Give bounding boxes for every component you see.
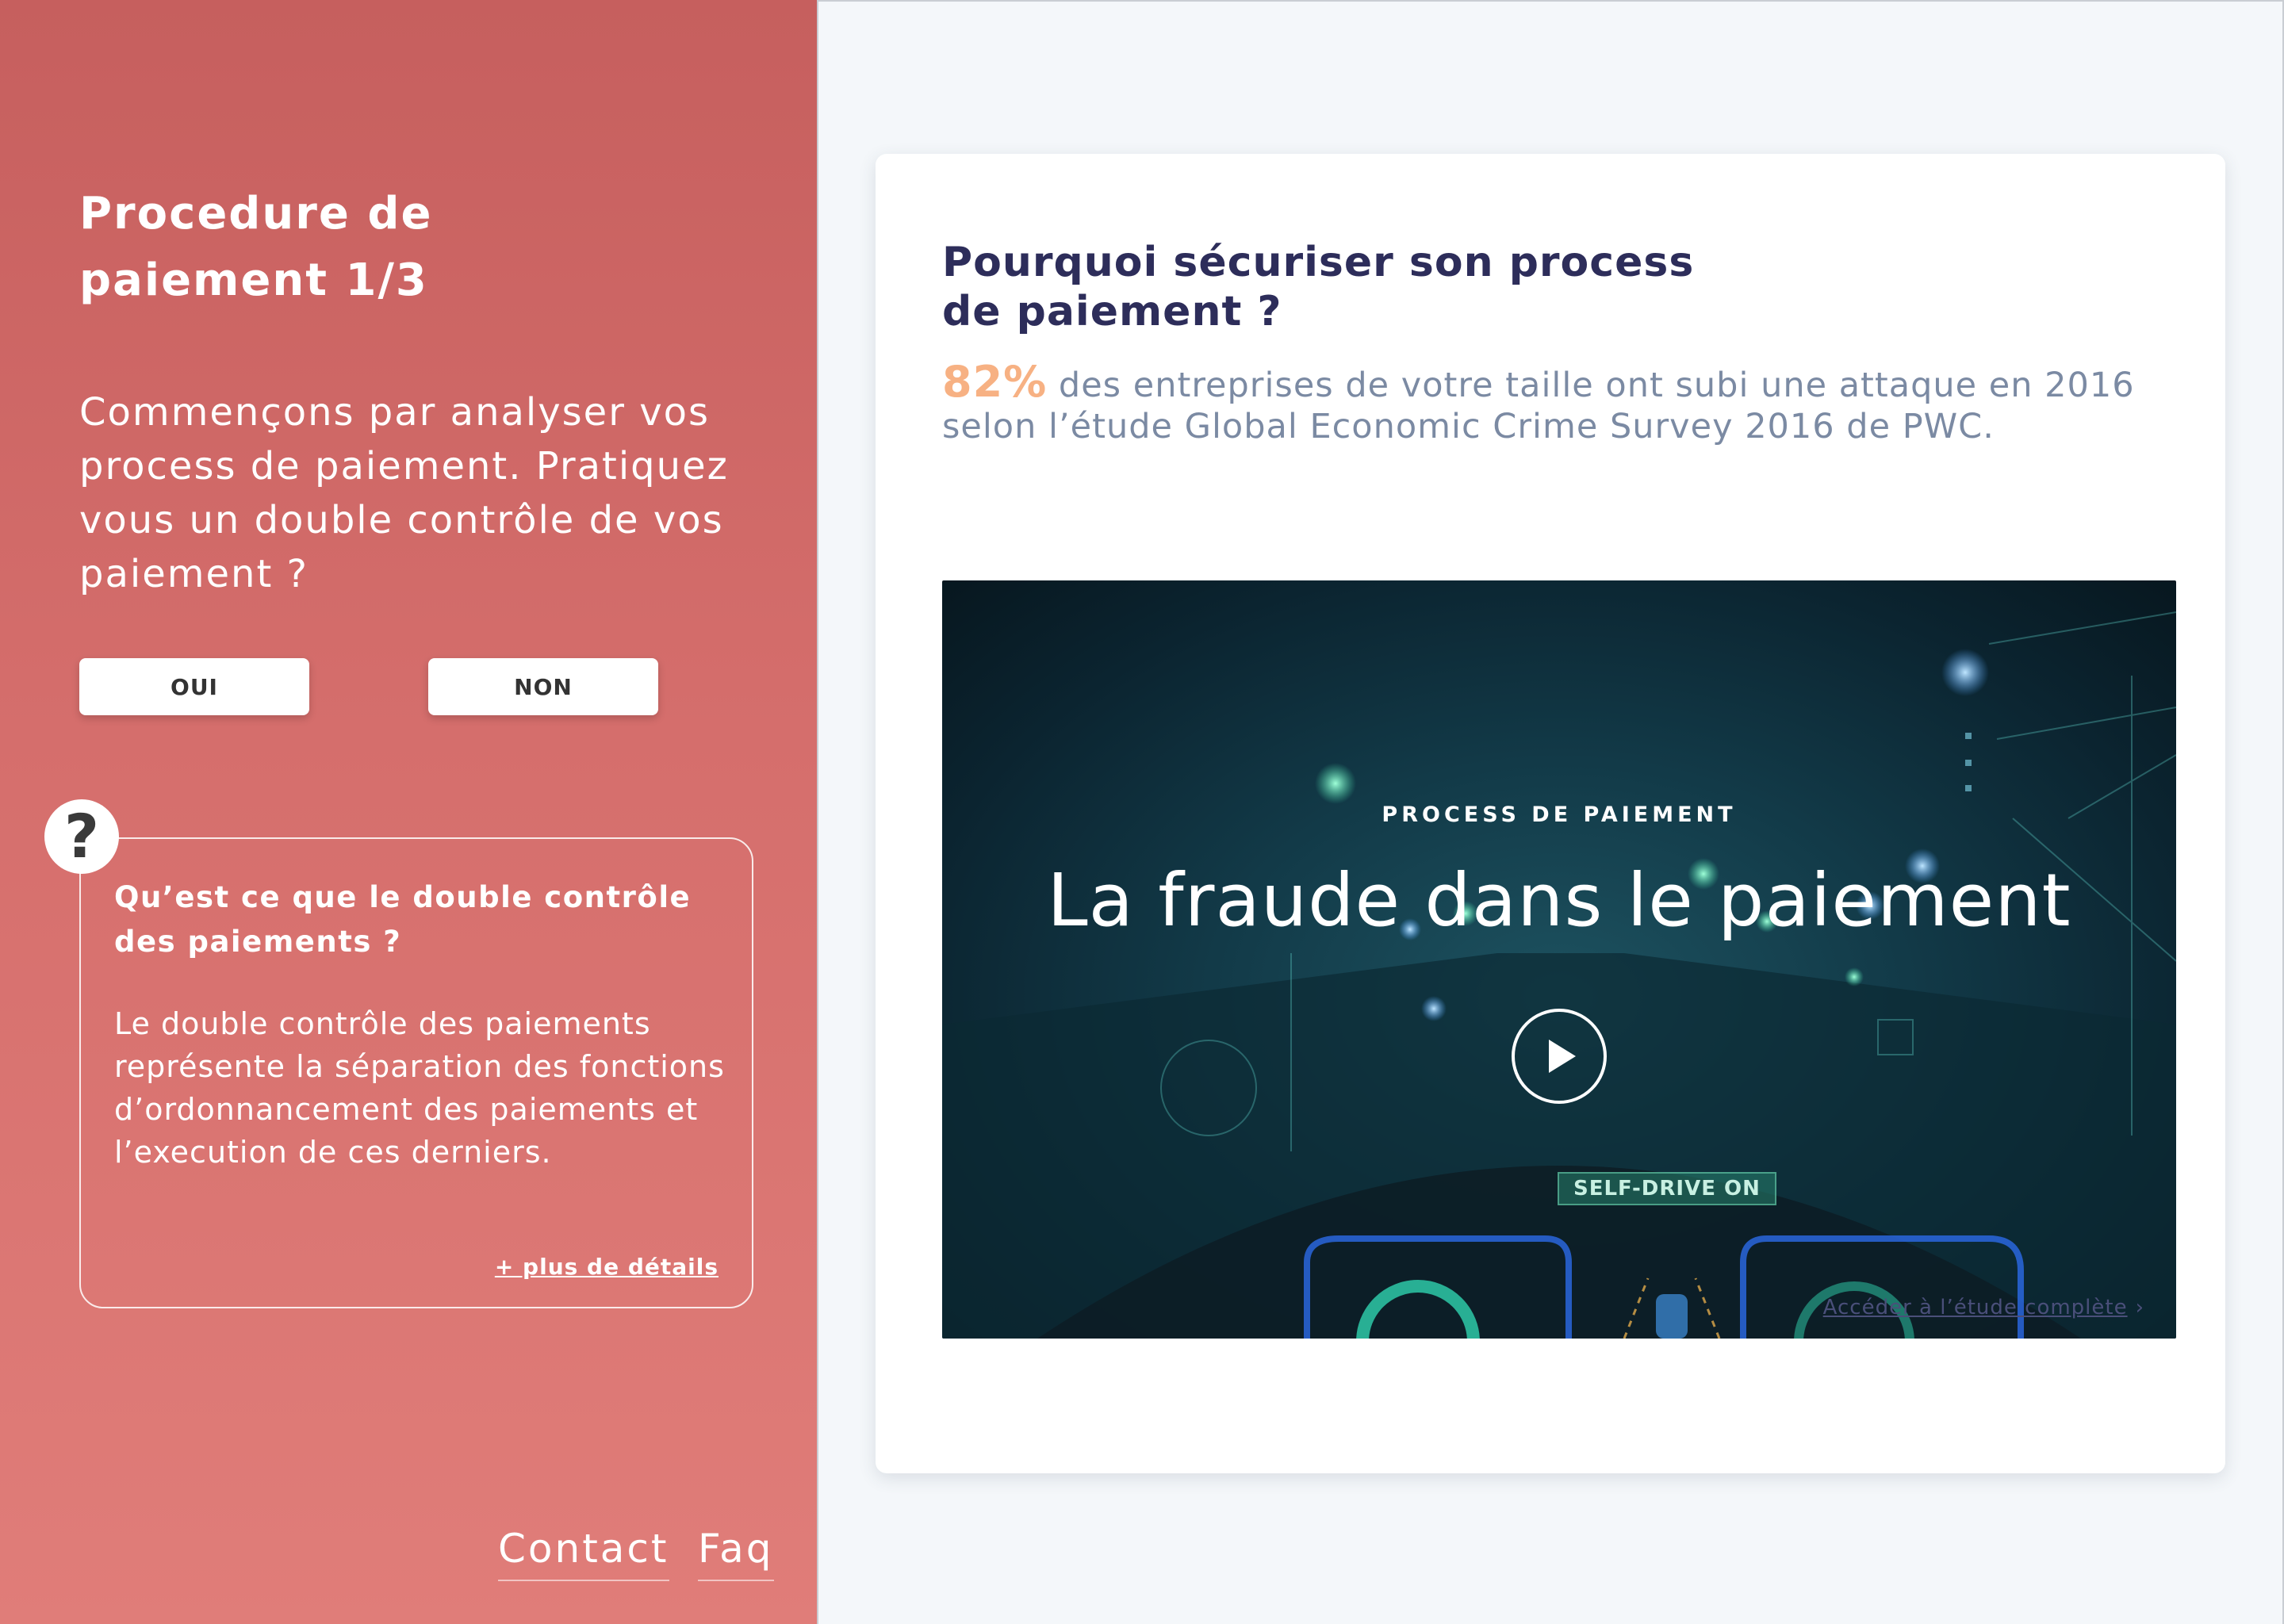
content-card: Pourquoi sécuriser son process de paieme… <box>876 154 2225 1473</box>
video-kicker: PROCESS DE PAIEMENT <box>1382 802 1737 827</box>
stat-paragraph: 82% des entreprises de votre taille ont … <box>942 361 2179 447</box>
card-heading: Pourquoi sécuriser son process de paieme… <box>942 239 1695 335</box>
self-drive-badge: SELF-DRIVE ON <box>1558 1172 1776 1205</box>
info-title: Qu’est ce que le double contrôle des pai… <box>114 880 692 959</box>
video-player[interactable]: PROCESS DE PAIEMENT La fraude dans le pa… <box>942 580 2176 1339</box>
stat-text: des entreprises de votre taille ont subi… <box>942 366 2135 446</box>
question-mark-icon: ? <box>44 799 119 874</box>
video-thumbnail <box>942 611 2176 1339</box>
contact-link[interactable]: Contact <box>498 1526 669 1581</box>
stat-value: 82% <box>942 357 1048 407</box>
info-body: Le double contrôle des paiements représe… <box>114 1006 725 1170</box>
study-link[interactable]: Accéder à l’étude complète › <box>1823 1296 2144 1320</box>
no-button[interactable]: NON <box>428 658 658 715</box>
info-card: Qu’est ce que le double contrôle des pai… <box>79 837 753 1308</box>
study-link-label: Accéder à l’étude complète <box>1822 1296 2128 1320</box>
more-details-link[interactable]: + plus de détails <box>495 1254 719 1280</box>
faq-link[interactable]: Faq <box>698 1526 774 1581</box>
yes-button[interactable]: OUI <box>79 658 309 715</box>
right-panel: Pourquoi sécuriser son process de paieme… <box>817 0 2284 1624</box>
step-title: Procedure de paiement 1/3 <box>79 188 433 306</box>
play-button[interactable] <box>1512 1009 1607 1104</box>
video-title: La fraude dans le paiement <box>1047 858 2071 943</box>
chevron-right-icon: › <box>2135 1296 2144 1320</box>
left-panel: Procedure de paiement 1/3 Commençons par… <box>0 0 817 1624</box>
question-text: Commençons par analyser vos process de p… <box>79 390 729 596</box>
play-icon <box>1549 1040 1576 1073</box>
